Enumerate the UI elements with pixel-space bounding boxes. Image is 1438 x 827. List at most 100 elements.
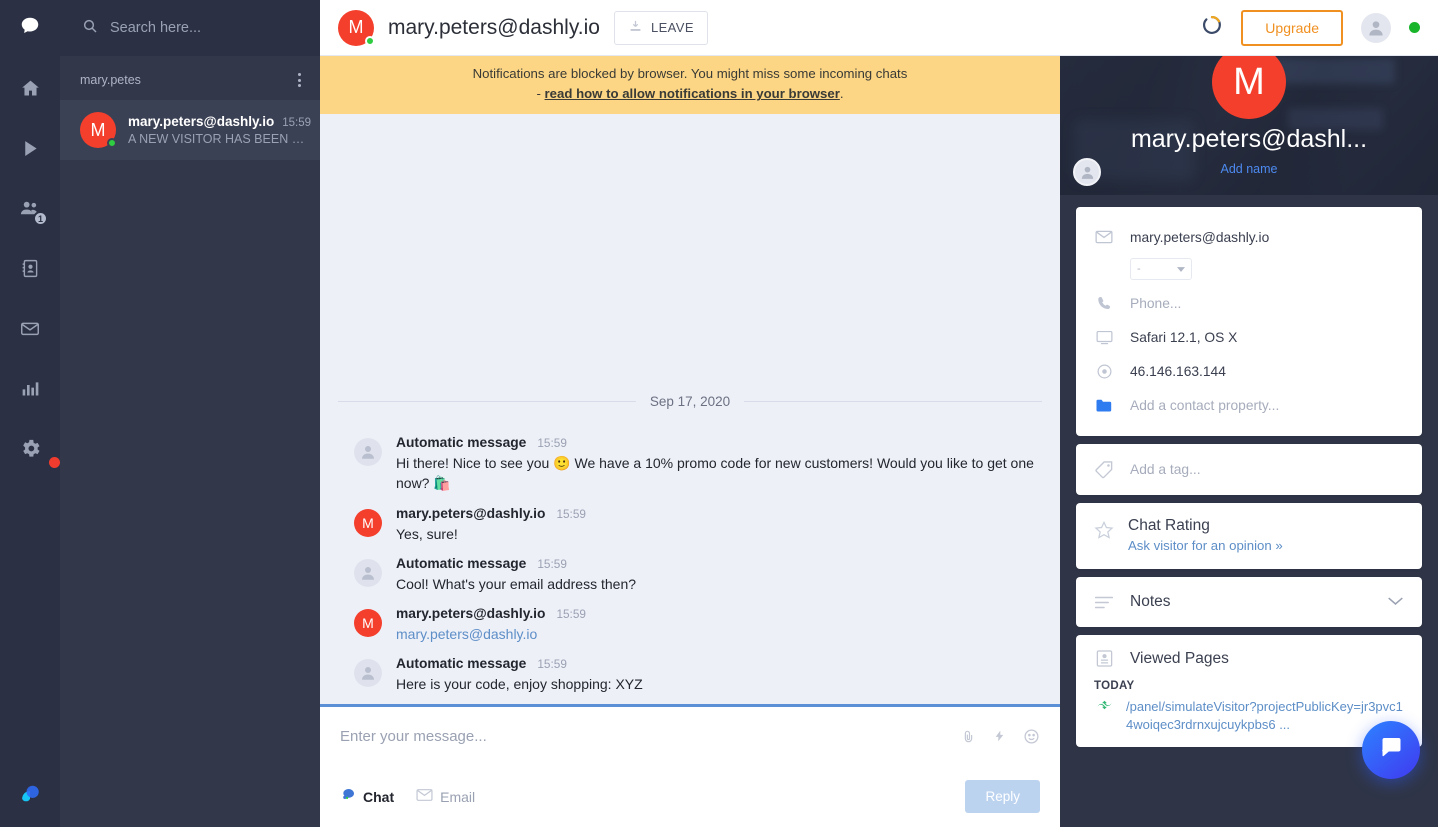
message-body: Automatic message 15:59 Here is your cod…	[396, 656, 1042, 694]
page-title: mary.peters@dashly.io	[388, 15, 600, 39]
add-contact-property-row[interactable]: Add a contact property...	[1076, 388, 1422, 422]
email-type-select[interactable]: -	[1130, 258, 1192, 280]
tag-icon	[1094, 460, 1114, 479]
quick-reply-icon[interactable]	[993, 727, 1006, 750]
message-item: Automatic message 15:59 Hi there! Nice t…	[338, 435, 1042, 494]
message-head: Automatic message 15:59	[396, 556, 1042, 571]
message-text: Cool! What's your email address then?	[396, 575, 637, 592]
message-input[interactable]	[340, 725, 961, 745]
viewed-pages-group-label: TODAY	[1094, 680, 1135, 692]
chat-header-avatar: M	[338, 9, 375, 46]
message-item: M mary.peters@dashly.io 15:59 mary.peter…	[338, 606, 1042, 644]
sidebar-item-leads[interactable]: 1	[0, 178, 60, 238]
chat-header: M mary.peters@dashly.io LEAVE	[320, 0, 1060, 56]
tab-email-label: Email	[440, 788, 476, 805]
notes-icon	[1094, 595, 1114, 610]
chat-bubble-icon	[1378, 734, 1405, 766]
contact-display-name: mary.peters@dashl...	[1130, 125, 1368, 153]
leave-button-label: LEAVE	[650, 20, 694, 35]
conversation-item-name: mary.peters@dashly.io	[128, 114, 275, 129]
online-status-dot	[107, 138, 117, 148]
conversation-list-panel: mary.petes M mary.peters@dashly.io 15:59…	[60, 0, 320, 827]
settings-alert-dot	[49, 457, 60, 468]
add-name-link[interactable]: Add name	[1060, 162, 1438, 176]
ask-opinion-link[interactable]: Ask visitor for an opinion »	[1128, 538, 1283, 553]
sidebar-item-analytics[interactable]	[0, 358, 60, 418]
avatar-letter: M	[1233, 60, 1265, 103]
sidebar-item-mail[interactable]	[0, 298, 60, 358]
search-input[interactable]	[110, 20, 280, 36]
contact-property-value: Safari 12.1, OS X	[1130, 329, 1238, 345]
tab-chat-label: Chat	[363, 788, 395, 805]
search-icon	[82, 18, 98, 39]
user-online-dot	[1409, 22, 1420, 33]
message-list[interactable]: Sep 17, 2020 Automatic message 15:59 Hi …	[320, 114, 1060, 704]
location-target-icon	[1094, 363, 1114, 380]
message-item: Automatic message 15:59 Cool! What's you…	[338, 556, 1042, 594]
loading-spinner-icon	[1201, 14, 1223, 41]
avatar: M	[80, 112, 117, 148]
conversation-group-label: mary.petes	[80, 73, 141, 87]
hero-decor-1	[1275, 58, 1395, 84]
sidebar-item-home[interactable]	[0, 58, 60, 118]
online-status-dot	[365, 35, 375, 46]
message-text: Hi there! Nice to see you 🙂 We have a 10…	[396, 454, 1034, 492]
chevron-down-icon[interactable]	[1387, 593, 1404, 611]
message-composer: Chat Email Reply	[320, 704, 1060, 827]
reply-button[interactable]: Reply	[965, 780, 1040, 813]
conversation-list-item[interactable]: M mary.peters@dashly.io 15:59 A NEW VISI…	[60, 100, 320, 160]
message-item: Automatic message 15:59 Here is your cod…	[338, 656, 1042, 694]
home-icon	[20, 78, 41, 99]
sidebar-item-contacts[interactable]	[0, 238, 60, 298]
chat-rating-row: Chat Rating Ask visitor for an opinion »	[1076, 503, 1422, 569]
contact-property-phone[interactable]: Phone...	[1076, 286, 1422, 320]
contact-properties-list: mary.peters@dashly.io - Phone... Safari …	[1076, 207, 1422, 436]
message-text: mary.peters@dashly.io	[396, 626, 538, 643]
message-avatar	[354, 558, 382, 587]
message-avatar	[354, 659, 382, 688]
contacts-icon	[20, 258, 41, 279]
contact-property-value: mary.peters@dashly.io	[1130, 229, 1270, 245]
notes-row[interactable]: Notes	[1076, 577, 1422, 627]
conversation-item-time: 15:59	[282, 117, 312, 129]
sidebar-item-triggers[interactable]	[0, 118, 60, 178]
message-author: mary.peters@dashly.io	[396, 505, 546, 521]
contact-properties-card: mary.peters@dashly.io - Phone... Safari …	[1076, 207, 1422, 436]
allow-notifications-link[interactable]: read how to allow notifications in your …	[545, 86, 840, 101]
conversation-item-top-row: mary.peters@dashly.io 15:59	[128, 114, 311, 129]
notification-banner-prefix: -	[536, 86, 545, 102]
avatar-letter: M	[90, 119, 106, 140]
tab-chat[interactable]: Chat	[340, 787, 394, 806]
user-avatar[interactable]	[1361, 12, 1391, 43]
chevron-down-icon	[1177, 263, 1185, 275]
add-tag-row[interactable]: Add a tag...	[1076, 444, 1422, 495]
conversation-list-menu-icon[interactable]	[295, 70, 304, 90]
chat-bubble-icon	[340, 787, 356, 806]
viewed-pages-icon	[1094, 649, 1114, 668]
notification-blocked-banner: Notifications are blocked by browser. Yo…	[320, 56, 1060, 114]
message-time: 15:59	[537, 657, 567, 672]
leave-button[interactable]: LEAVE	[613, 10, 708, 45]
message-avatar: M	[354, 609, 382, 638]
message-author: Automatic message	[396, 656, 527, 672]
contact-property-email[interactable]: mary.peters@dashly.io	[1076, 220, 1422, 254]
contact-property-browser[interactable]: Safari 12.1, OS X	[1076, 320, 1422, 354]
chat-widget-fab[interactable]	[1362, 721, 1420, 779]
contact-property-ip[interactable]: 46.146.163.144	[1076, 354, 1422, 388]
tab-email[interactable]: Email	[416, 788, 475, 805]
composer-icons	[961, 725, 1040, 750]
emoji-icon[interactable]	[1023, 728, 1040, 750]
analytics-icon	[20, 378, 41, 399]
message-body: mary.peters@dashly.io 15:59 Yes, sure!	[396, 506, 1042, 544]
chat-panel: M mary.peters@dashly.io LEAVE Notificati…	[320, 0, 1060, 827]
message-body: Automatic message 15:59 Hi there! Nice t…	[396, 435, 1042, 494]
sidebar-item-settings[interactable]	[0, 418, 60, 478]
message-text: Here is your code, enjoy shopping: XYZ	[396, 676, 643, 693]
message-body: Automatic message 15:59 Cool! What's you…	[396, 556, 1042, 594]
attachment-icon[interactable]	[961, 728, 976, 750]
dashly-logo[interactable]	[16, 780, 44, 813]
message-avatar	[354, 437, 382, 466]
composer-footer: Chat Email Reply	[340, 780, 1040, 813]
chats-icon[interactable]	[19, 15, 41, 42]
upgrade-button[interactable]: Upgrade	[1241, 9, 1343, 46]
